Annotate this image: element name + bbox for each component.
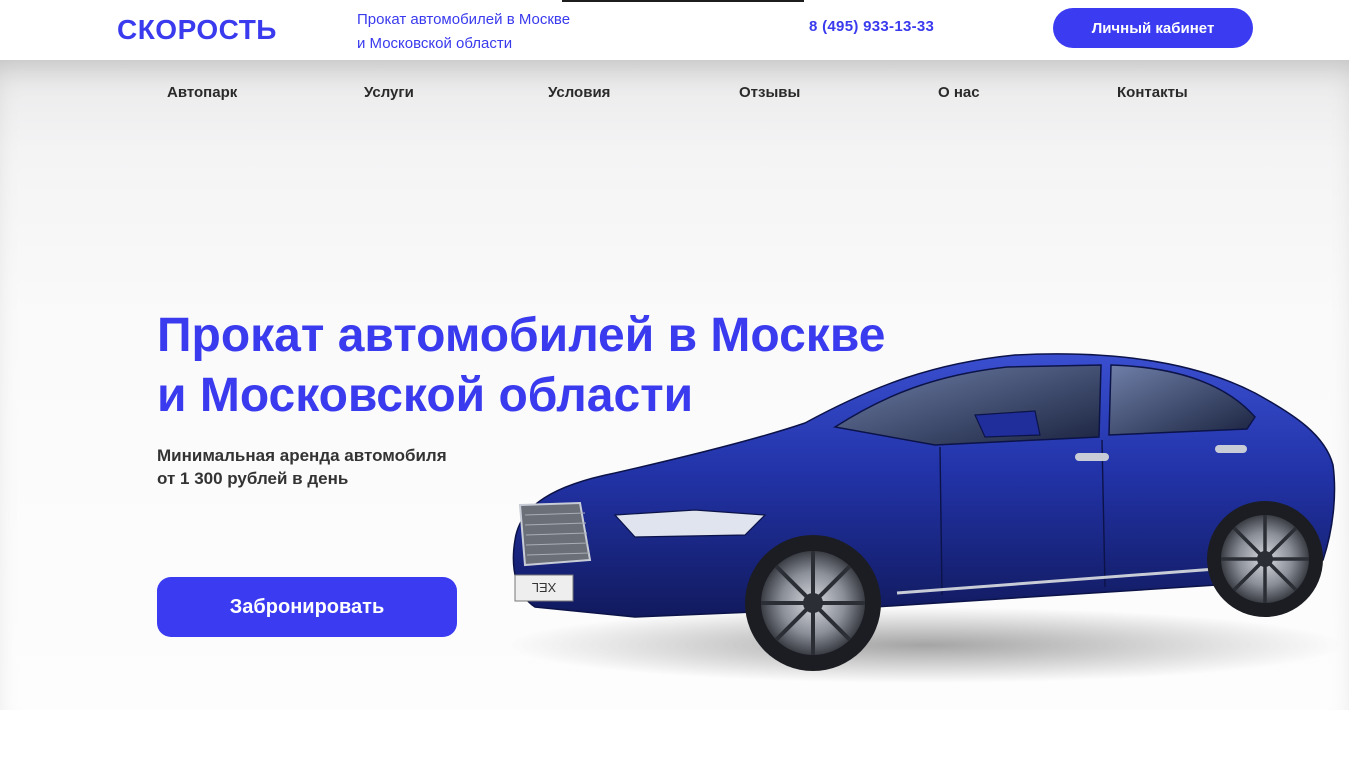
book-button[interactable]: Забронировать bbox=[157, 577, 457, 637]
nav-item-reviews[interactable]: Отзывы bbox=[739, 84, 800, 101]
header-tagline: Прокат автомобилей в Москве и Московской… bbox=[357, 8, 607, 56]
nav-item-services[interactable]: Услуги bbox=[364, 84, 414, 101]
car-shadow bbox=[505, 607, 1340, 683]
hero-title-line1: Прокат автомобилей в Москве bbox=[157, 309, 886, 362]
main-nav: Автопарк Услуги Условия Отзывы О нас Кон… bbox=[0, 60, 1349, 124]
car-window-rear bbox=[1108, 364, 1256, 436]
nav-item-conditions[interactable]: Условия bbox=[548, 84, 610, 101]
hero-title-line2: и Московской области bbox=[157, 369, 694, 422]
license-plate-text: XEL bbox=[532, 580, 557, 595]
hero-subtitle-line1: Минимальная аренда автомобиля bbox=[157, 446, 447, 465]
hero-subtitle: Минимальная аренда автомобиля от 1 300 р… bbox=[157, 444, 447, 490]
logo[interactable]: СКОРОСТЬ bbox=[117, 14, 277, 46]
header: СКОРОСТЬ Прокат автомобилей в Москве и М… bbox=[0, 0, 1349, 60]
top-strip-divider bbox=[562, 0, 804, 2]
front-wheel bbox=[745, 535, 881, 671]
nav-item-about[interactable]: О нас bbox=[938, 84, 980, 101]
header-tagline-line2: и Московской области bbox=[357, 35, 513, 52]
header-tagline-line1: Прокат автомобилей в Москве bbox=[357, 11, 571, 28]
car-headlight bbox=[613, 509, 767, 538]
nav-item-fleet[interactable]: Автопарк bbox=[167, 84, 237, 101]
hero-title: Прокат автомобилей в Москве и Московской… bbox=[157, 306, 885, 426]
nav-item-contacts[interactable]: Контакты bbox=[1117, 84, 1188, 101]
car-mirror bbox=[974, 410, 1041, 438]
account-button[interactable]: Личный кабинет bbox=[1053, 8, 1253, 48]
rear-wheel bbox=[1207, 501, 1323, 617]
phone-link[interactable]: 8 (495) 933-13-33 bbox=[809, 18, 934, 35]
hero-subtitle-line2: от 1 300 рублей в день bbox=[157, 469, 349, 488]
